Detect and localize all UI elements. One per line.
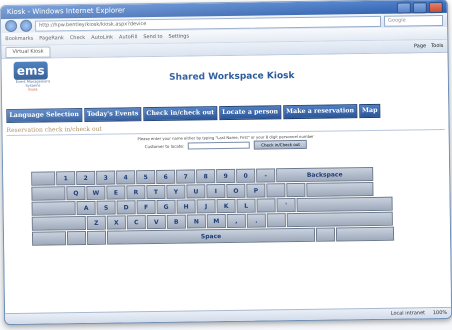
nav-todays-events[interactable]: Today's Events: [83, 107, 142, 122]
tab-virtual-kiosk[interactable]: Virtual Kiosk: [5, 45, 51, 58]
key-n[interactable]: N: [186, 214, 206, 229]
key-blank[interactable]: [266, 213, 286, 228]
toolbar-item[interactable]: Check: [70, 35, 85, 41]
check-in-out-button[interactable]: Check in/Check out: [254, 139, 307, 150]
key-m[interactable]: M: [206, 214, 226, 229]
key-l[interactable]: L: [236, 198, 256, 213]
toolbar-item[interactable]: PageRank: [39, 35, 64, 41]
toolbar-item[interactable]: Settings: [169, 34, 190, 40]
toolbar-item[interactable]: AutoFill: [119, 34, 137, 40]
key-comma[interactable]: ,: [226, 213, 246, 228]
key-d[interactable]: D: [116, 200, 136, 215]
key-blank[interactable]: [316, 227, 336, 242]
nav-language-selection[interactable]: Language Selection: [6, 108, 83, 124]
key-w[interactable]: W: [86, 185, 106, 200]
key-blank[interactable]: [286, 211, 393, 228]
forward-icon[interactable]: [19, 19, 33, 32]
key-g[interactable]: G: [156, 199, 176, 214]
browser-window: Kiosk - Windows Internet Explorer http:/…: [0, 0, 452, 326]
nav-check-in-out[interactable]: Check in/check out: [143, 106, 218, 122]
minimize-button[interactable]: [396, 2, 411, 14]
key-v[interactable]: V: [146, 214, 166, 230]
key-space[interactable]: Space: [106, 227, 316, 245]
screenshot-frame: Kiosk - Windows Internet Explorer http:/…: [0, 0, 452, 330]
key-blank[interactable]: [266, 183, 286, 198]
key-1[interactable]: 1: [56, 171, 76, 186]
key-9[interactable]: 9: [216, 168, 236, 184]
key-a[interactable]: A: [76, 200, 96, 216]
key-blank[interactable]: [256, 198, 276, 213]
key-0[interactable]: 0: [236, 168, 256, 183]
logo-text: ems: [13, 61, 48, 80]
key-5[interactable]: 5: [136, 169, 156, 185]
toolbar-item[interactable]: Bookmarks: [5, 36, 33, 42]
key-q[interactable]: Q: [66, 185, 86, 201]
key-o[interactable]: O: [226, 183, 246, 198]
key-c[interactable]: C: [126, 215, 146, 230]
key-blank[interactable]: [296, 196, 393, 213]
key-x[interactable]: X: [106, 215, 126, 230]
key-apostrophe[interactable]: ': [276, 198, 296, 213]
customer-input[interactable]: [188, 141, 251, 150]
kiosk-header: ems Event Management Systems Kiosk Share…: [2, 53, 449, 101]
key-blank[interactable]: [286, 182, 306, 198]
key-z[interactable]: Z: [86, 215, 106, 230]
nav-map[interactable]: Map: [358, 103, 381, 119]
key-blank[interactable]: [86, 230, 106, 245]
back-icon[interactable]: [4, 19, 18, 33]
key-t[interactable]: T: [146, 184, 166, 200]
tools-menu[interactable]: Tools: [431, 43, 443, 49]
nav-make-reservation[interactable]: Make a reservation: [283, 104, 358, 120]
on-screen-keyboard: 1 2 3 4 5 6 7 8 9 0 - Backspace Q W E R …: [31, 166, 395, 247]
key-3[interactable]: 3: [96, 170, 116, 185]
window-controls: [396, 1, 443, 14]
logo-subtitle-2: Kiosk: [28, 87, 38, 92]
toolbar-item[interactable]: Send to: [143, 34, 162, 40]
key-blank[interactable]: [306, 181, 374, 197]
search-input[interactable]: Google: [383, 14, 444, 27]
key-blank[interactable]: [31, 215, 86, 231]
key-u[interactable]: U: [186, 184, 206, 199]
ems-logo: ems Event Management Systems Kiosk: [10, 61, 56, 98]
key-j[interactable]: J: [196, 199, 216, 214]
key-i[interactable]: I: [206, 184, 226, 199]
key-blank[interactable]: [66, 230, 87, 246]
key-b[interactable]: B: [166, 214, 186, 229]
key-blank[interactable]: [31, 171, 56, 186]
close-button[interactable]: [428, 1, 443, 14]
key-e[interactable]: E: [106, 185, 126, 200]
key-minus[interactable]: -: [256, 168, 276, 183]
key-7[interactable]: 7: [176, 169, 196, 184]
key-k[interactable]: K: [216, 198, 236, 214]
key-6[interactable]: 6: [156, 169, 176, 184]
page-menu[interactable]: Page: [414, 43, 426, 49]
status-bar: Local intranet 100%: [5, 306, 452, 325]
nav-locate-person[interactable]: Locate a person: [219, 105, 282, 121]
key-backspace[interactable]: Backspace: [276, 166, 374, 183]
key-blank[interactable]: [31, 231, 67, 246]
key-8[interactable]: 8: [196, 169, 216, 184]
key-s[interactable]: S: [96, 200, 116, 215]
page-content: ems Event Management Systems Kiosk Share…: [1, 52, 451, 300]
toolbar-item[interactable]: AutoLink: [91, 35, 113, 41]
key-blank[interactable]: [31, 201, 76, 216]
key-f[interactable]: F: [136, 199, 156, 215]
key-blank[interactable]: [31, 186, 66, 201]
window-title: Kiosk - Windows Internet Explorer: [6, 6, 126, 17]
page-title: Shared Workspace Kiosk: [169, 71, 295, 83]
key-blank[interactable]: [336, 226, 395, 242]
maximize-button[interactable]: [412, 2, 427, 14]
key-period[interactable]: .: [246, 213, 266, 228]
key-h[interactable]: H: [176, 199, 196, 214]
key-r[interactable]: R: [126, 185, 146, 200]
key-y[interactable]: Y: [166, 184, 186, 199]
key-p[interactable]: P: [246, 183, 266, 198]
security-zone: Local intranet: [390, 310, 426, 317]
key-4[interactable]: 4: [116, 170, 136, 185]
kiosk-nav: Language Selection Today's Events Check …: [2, 103, 448, 124]
zoom-level[interactable]: 100%: [433, 310, 447, 316]
customer-label: Customer to locate:: [144, 143, 185, 150]
key-2[interactable]: 2: [76, 170, 96, 186]
